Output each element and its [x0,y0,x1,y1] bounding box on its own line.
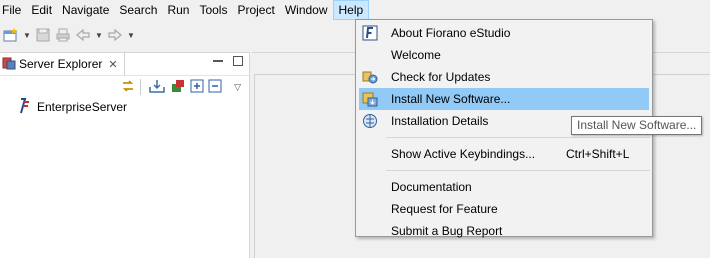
menu-item-label: Installation Details [391,114,489,128]
close-icon[interactable]: ✕ [108,58,117,71]
view-controls [213,56,243,66]
menu-window[interactable]: Window [280,0,333,20]
panel-header: Server Explorer ✕ [0,52,249,76]
tab-label: Server Explorer [19,57,103,71]
menu-project[interactable]: Project [232,0,279,20]
chevron-down-icon: ▼ [127,30,135,40]
menu-item-label: Install New Software... [391,92,511,106]
menu-help[interactable]: Help [332,0,370,20]
server-explorer-panel: Server Explorer ✕ ▽ EnterpriseServer [0,52,250,258]
add-server-icon[interactable] [170,78,186,97]
menu-item-label: Show Active Keybindings... [391,147,536,161]
toolbar-divider [140,79,144,95]
menu-run[interactable]: Run [162,0,194,20]
print-icon [54,26,72,44]
check-updates-icon [362,69,378,85]
menu-item-check-updates[interactable]: Check for Updates [356,66,652,88]
sync-icon[interactable] [120,78,136,97]
menu-item-accelerator: Ctrl+Shift+L [566,147,630,161]
menu-item-show-keybindings[interactable]: Show Active Keybindings... Ctrl+Shift+L [356,143,652,165]
menu-search[interactable]: Search [114,0,162,20]
explorer-toolbar: ▽ [0,76,249,98]
install-software-icon [362,91,378,107]
menu-file[interactable]: File [0,0,26,20]
menu-item-install-new-software[interactable]: Install New Software... [359,88,649,110]
tree-item-enterprise-server[interactable]: EnterpriseServer [0,97,249,117]
fiorano-logo-icon [362,25,378,41]
tree-item-label: EnterpriseServer [37,100,128,114]
chevron-down-icon[interactable]: ▼ [22,26,32,44]
fiorano-server-icon [18,97,32,117]
menu-item-welcome[interactable]: Welcome [356,44,652,66]
menu-edit[interactable]: Edit [26,0,57,20]
minimize-icon[interactable] [213,56,223,62]
menu-item-request-feature[interactable]: Request for Feature [356,198,652,220]
menu-separator [386,170,650,171]
menu-item-label: About Fiorano eStudio [391,26,511,40]
back-icon [74,26,92,44]
menu-item-about[interactable]: About Fiorano eStudio [356,22,652,44]
menu-item-label: Welcome [391,48,441,62]
menu-item-label: Submit a Bug Report [391,224,503,238]
view-menu-icon[interactable]: ▽ [234,82,241,93]
menu-bar: File Edit Navigate Search Run Tools Proj… [0,0,710,20]
tooltip: Install New Software... [571,116,703,135]
menu-navigate[interactable]: Navigate [57,0,114,20]
forward-icon [106,26,124,44]
server-explorer-icon [2,56,16,73]
menu-item-submit-bug[interactable]: Submit a Bug Report [356,220,652,242]
save-icon [34,26,52,44]
menu-item-label: Request for Feature [391,202,498,216]
collapse-all-icon[interactable] [208,79,222,96]
installation-details-icon [362,113,378,129]
menu-tools[interactable]: Tools [194,0,232,20]
chevron-down-icon: ▼ [95,30,103,40]
expand-all-icon[interactable] [190,79,204,96]
maximize-icon[interactable] [233,56,243,66]
menu-item-label: Check for Updates [391,70,491,84]
menu-item-label: Documentation [391,180,472,194]
tab-server-explorer[interactable]: Server Explorer ✕ [0,52,125,76]
new-wizard-icon[interactable] [2,26,20,44]
menu-item-documentation[interactable]: Documentation [356,176,652,198]
menu-separator [386,137,650,138]
import-icon[interactable] [148,78,166,97]
